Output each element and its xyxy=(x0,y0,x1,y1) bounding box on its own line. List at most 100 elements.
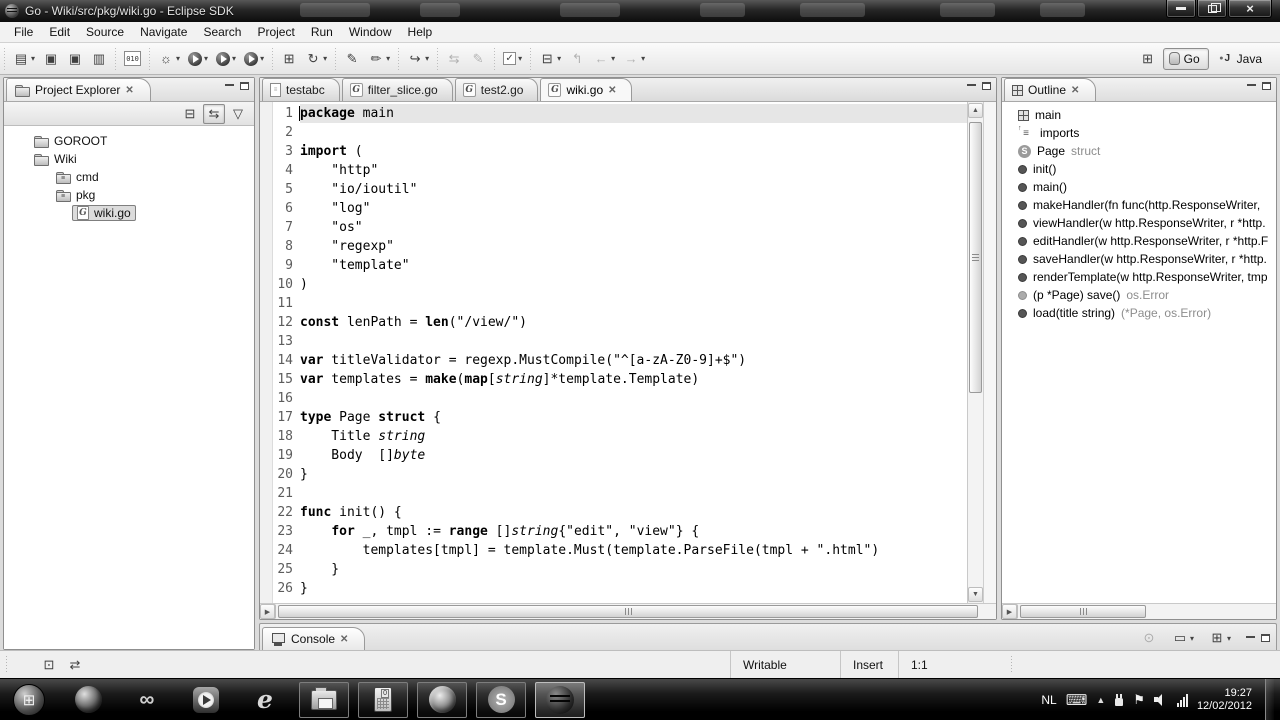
menu-search[interactable]: Search xyxy=(195,23,249,41)
tab-console[interactable]: Console ✕ xyxy=(262,627,366,650)
code-line[interactable]: 7 "os" xyxy=(260,218,967,237)
minimize-view-icon[interactable] xyxy=(1247,83,1256,86)
outline-item[interactable]: init() xyxy=(1018,160,1276,178)
minimize-button[interactable] xyxy=(1166,0,1196,18)
new-wizard-button[interactable]: ▤ ▾ xyxy=(10,49,38,69)
dropdown-arrow-icon[interactable]: ▾ xyxy=(323,54,327,63)
maximize-view-icon[interactable] xyxy=(240,82,249,90)
minimize-view-icon[interactable] xyxy=(225,83,234,86)
scroll-down-icon[interactable] xyxy=(968,587,983,602)
go-build-button[interactable]: ↻ ▾ xyxy=(302,49,330,69)
fast-view-icon[interactable]: ⊡ xyxy=(41,657,57,673)
outline-item[interactable]: viewHandler(w http.ResponseWriter, r *ht… xyxy=(1018,214,1276,232)
code-line[interactable]: 18 Title string xyxy=(260,427,967,446)
menu-file[interactable]: File xyxy=(6,23,41,41)
minimize-editor-icon[interactable] xyxy=(967,83,976,86)
taskbar-eclipse[interactable] xyxy=(535,681,585,718)
code-line[interactable]: 4 "http" xyxy=(260,161,967,180)
taskbar-network-sphere[interactable] xyxy=(63,682,113,718)
code-line[interactable]: 16 xyxy=(260,389,967,408)
keyboard-icon[interactable]: ⌨ xyxy=(1066,691,1088,709)
scroll-right-icon[interactable] xyxy=(260,604,275,619)
scroll-right-icon[interactable] xyxy=(1002,604,1017,619)
restore-button[interactable] xyxy=(1197,0,1227,18)
dropdown-arrow-icon[interactable]: ▾ xyxy=(557,54,561,63)
open-console-button[interactable]: ⊞ ▾ xyxy=(1206,628,1234,648)
dropdown-arrow-icon[interactable]: ▾ xyxy=(260,54,264,63)
dropdown-arrow-icon[interactable]: ▾ xyxy=(641,54,645,63)
save-button[interactable]: ▣ xyxy=(40,49,62,69)
outline-item[interactable]: makeHandler(fn func(http.ResponseWriter, xyxy=(1018,196,1276,214)
dropdown-arrow-icon[interactable]: ▾ xyxy=(176,54,180,63)
pin-console-button[interactable]: ⊙ xyxy=(1138,628,1160,648)
code-line[interactable]: 15 var templates = make(map[string]*templ… xyxy=(260,370,967,389)
code-line[interactable]: 5 "io/ioutil" xyxy=(260,180,967,199)
editor-tab-filter_slice-go[interactable]: Gfilter_slice.go xyxy=(341,78,453,101)
editor-vertical-scrollbar[interactable] xyxy=(967,102,983,603)
close-view-icon[interactable]: ✕ xyxy=(1071,85,1079,96)
forward-button[interactable]: → ▾ xyxy=(620,49,648,69)
code-line[interactable]: 20} xyxy=(260,465,967,484)
outline-item[interactable]: ≡ imports xyxy=(1018,124,1276,142)
outline-item[interactable]: (p *Page) save() os.Error xyxy=(1018,286,1276,304)
menu-project[interactable]: Project xyxy=(249,23,302,41)
maximize-view-icon[interactable] xyxy=(1262,82,1271,90)
dropdown-arrow-icon[interactable]: ▾ xyxy=(232,54,236,63)
binary-file-button[interactable]: 010 xyxy=(121,49,144,68)
menu-navigate[interactable]: Navigate xyxy=(132,23,195,41)
taskbar-skype[interactable]: S xyxy=(476,681,526,718)
code-line[interactable]: 13 xyxy=(260,332,967,351)
dropdown-arrow-icon[interactable]: ▾ xyxy=(204,54,208,63)
show-desktop-button[interactable] xyxy=(1265,678,1274,720)
code-line[interactable]: 19 Body []byte xyxy=(260,446,967,465)
taskbar-visual-studio[interactable] xyxy=(122,682,172,718)
perspective-java-button[interactable]: J Java xyxy=(1212,48,1270,70)
tree-item-cmd[interactable]: ≡ cmd xyxy=(4,168,254,186)
run-button[interactable]: ▾ xyxy=(185,50,211,68)
outline-item[interactable]: load(title string) (*Page, os.Error) xyxy=(1018,304,1276,322)
editor-tab-test2-go[interactable]: Gtest2.go xyxy=(454,78,539,101)
tree-item-Wiki[interactable]: Wiki xyxy=(4,150,254,168)
tree-item-pkg[interactable]: ≡ pkg xyxy=(4,186,254,204)
code-line[interactable]: 11 xyxy=(260,294,967,313)
code-line[interactable]: 8 "regexp" xyxy=(260,237,967,256)
tab-outline[interactable]: Outline ✕ xyxy=(1004,78,1097,101)
next-annotation-button[interactable]: ↪ ▾ xyxy=(404,49,432,69)
taskbar-internet-explorer[interactable] xyxy=(240,682,290,718)
menu-help[interactable]: Help xyxy=(400,23,441,41)
close-tab-icon[interactable]: ✕ xyxy=(608,85,616,96)
code-line[interactable]: 3 import ( xyxy=(260,142,967,161)
menu-edit[interactable]: Edit xyxy=(41,23,78,41)
code-line[interactable]: 21 xyxy=(260,484,967,503)
code-line[interactable]: 14 var titleValidator = regexp.MustCompil… xyxy=(260,351,967,370)
maximize-editor-icon[interactable] xyxy=(982,82,991,90)
code-line[interactable]: 12 const lenPath = len("/view/") xyxy=(260,313,967,332)
code-line[interactable]: 24 templates[tmpl] = template.Must(templ… xyxy=(260,541,967,560)
statusbar-drag-handle[interactable] xyxy=(1009,655,1014,674)
last-edit-location-button[interactable]: ↰ xyxy=(566,49,588,69)
tree-item-GOROOT[interactable]: GOROOT xyxy=(4,132,254,150)
close-view-icon[interactable]: ✕ xyxy=(340,634,348,645)
scroll-up-icon[interactable] xyxy=(968,103,983,118)
start-button[interactable] xyxy=(4,682,54,718)
vertical-scroll-thumb[interactable] xyxy=(969,122,982,393)
outline-horizontal-scrollbar[interactable] xyxy=(1002,603,1276,619)
action-center-flag-icon[interactable]: ⚑ xyxy=(1133,692,1145,708)
code-line[interactable]: 25 } xyxy=(260,560,967,579)
run-last-button[interactable]: ▾ xyxy=(241,50,267,68)
print-button[interactable]: ▥ xyxy=(88,49,110,69)
horizontal-scroll-thumb[interactable] xyxy=(1020,605,1147,618)
statusbar-drag-handle[interactable] xyxy=(4,655,9,674)
dropdown-arrow-icon[interactable]: ▾ xyxy=(425,54,429,63)
outline-item[interactable]: main xyxy=(1018,106,1276,124)
debug-button[interactable]: ☼ ▾ xyxy=(155,49,183,69)
type-hierarchy-button[interactable]: ⊟ ▾ xyxy=(536,49,564,69)
open-perspective-button[interactable]: ⊞ xyxy=(1137,49,1159,69)
dropdown-arrow-icon[interactable]: ▾ xyxy=(1227,634,1231,643)
dropdown-arrow-icon[interactable]: ▾ xyxy=(518,54,522,63)
editor-horizontal-scrollbar[interactable] xyxy=(260,603,996,619)
console-trim-icon[interactable]: ⇄ xyxy=(67,657,83,673)
outline-item[interactable]: S Page struct xyxy=(1018,142,1276,160)
new-go-project-button[interactable]: ⊞ xyxy=(278,49,300,69)
outline-item[interactable]: renderTemplate(w http.ResponseWriter, tm… xyxy=(1018,268,1276,286)
